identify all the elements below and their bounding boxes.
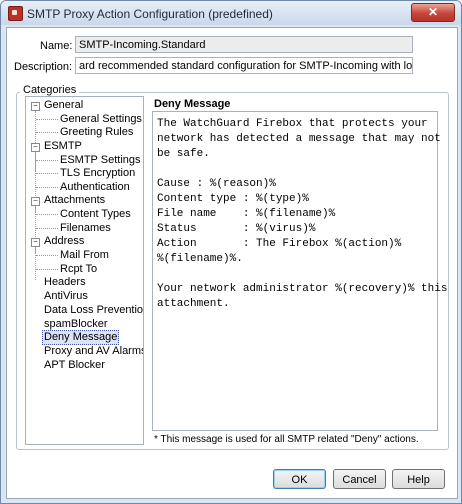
tree-item-filenames[interactable]: Filenames: [60, 222, 111, 235]
title-bar[interactable]: SMTP Proxy Action Configuration (predefi…: [1, 1, 461, 25]
close-button[interactable]: ✕: [411, 3, 455, 22]
tree-guide: [36, 187, 58, 188]
tree-item-tls-encryption[interactable]: TLS Encryption: [60, 167, 135, 180]
tree-item-greeting-rules[interactable]: Greeting Rules: [60, 126, 133, 139]
tree-item-deny-message[interactable]: Deny Message: [42, 330, 120, 345]
tree-item-antivirus[interactable]: AntiVirus: [44, 290, 88, 303]
name-field[interactable]: SMTP-Incoming.Standard: [75, 36, 413, 53]
tree-item-attachments[interactable]: Attachments: [44, 194, 105, 207]
collapse-icon[interactable]: −: [31, 143, 40, 152]
tree-item-authentication[interactable]: Authentication: [60, 181, 130, 194]
tree-guide: [36, 269, 58, 270]
tree-guide: [36, 160, 58, 161]
deny-message-note: * This message is used for all SMTP rela…: [154, 434, 419, 445]
name-label: Name:: [40, 40, 73, 52]
tree-item-headers[interactable]: Headers: [44, 276, 86, 289]
deny-message-text[interactable]: The WatchGuard Firebox that protects you…: [153, 112, 447, 317]
description-label: Description:: [14, 61, 73, 73]
tree-guide: [36, 173, 58, 174]
help-button[interactable]: Help: [392, 469, 445, 489]
collapse-icon[interactable]: −: [31, 197, 40, 206]
deny-message-title: Deny Message: [154, 98, 231, 110]
cancel-button[interactable]: Cancel: [333, 469, 386, 489]
tree-item-esmtp[interactable]: ESMTP: [44, 140, 82, 153]
collapse-icon[interactable]: −: [31, 102, 40, 111]
collapse-icon[interactable]: −: [31, 238, 40, 247]
tree-item-general[interactable]: General: [44, 99, 83, 112]
tree-guide: [36, 132, 58, 133]
tree-guide: [36, 228, 58, 229]
window-title: SMTP Proxy Action Configuration (predefi…: [27, 7, 273, 21]
tree-item-esmtp-settings[interactable]: ESMTP Settings: [60, 154, 141, 167]
tree-item-proxy-av-alarms[interactable]: Proxy and AV Alarms: [44, 345, 143, 358]
deny-message-textarea[interactable]: The WatchGuard Firebox that protects you…: [152, 111, 447, 431]
tree-item-general-settings[interactable]: General Settings: [60, 113, 142, 126]
tree-guide: [35, 247, 36, 280]
tree-guide: [36, 214, 58, 215]
tree-item-address[interactable]: Address: [44, 235, 84, 248]
description-field[interactable]: ard recommended standard configuration f…: [75, 57, 413, 74]
ok-button[interactable]: OK: [273, 469, 326, 489]
category-tree[interactable]: − General General Settings Greeting Rule…: [25, 96, 144, 445]
watchguard-icon: [8, 6, 23, 21]
tree-item-apt-blocker[interactable]: APT Blocker: [44, 359, 105, 372]
tree-item-content-types[interactable]: Content Types: [60, 208, 131, 221]
tree-item-rcpt-to[interactable]: Rcpt To: [60, 263, 97, 276]
categories-title: Categories: [20, 84, 80, 96]
tree-item-data-loss-prevention[interactable]: Data Loss Prevention: [44, 304, 143, 317]
tree-item-mail-from[interactable]: Mail From: [60, 249, 109, 262]
tree-guide: [36, 119, 58, 120]
tree-guide: [36, 255, 58, 256]
